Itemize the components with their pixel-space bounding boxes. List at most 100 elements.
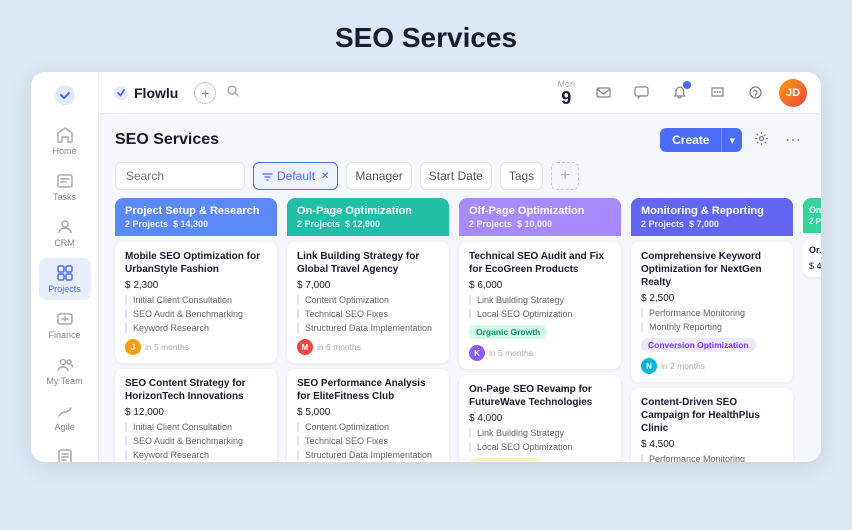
- card-amount: $ 5,000: [297, 407, 439, 418]
- avatar[interactable]: JD: [779, 79, 807, 107]
- card-footer: J in 5 months: [125, 339, 267, 355]
- topbar-chat-button[interactable]: [627, 79, 655, 107]
- topbar-bell-button[interactable]: [665, 79, 693, 107]
- topbar-logo: Flowlu: [113, 85, 178, 101]
- settings-button[interactable]: [750, 127, 773, 153]
- kanban-card[interactable]: Mobile SEO Optimization for UrbanStyle F…: [115, 242, 277, 363]
- create-dropdown-button[interactable]: ▾: [721, 128, 742, 152]
- inner-content: SEO Services Create ▾ ⋯ Default ✕ Man: [99, 114, 821, 462]
- kanban-card[interactable]: Technical SEO Audit and Fix for EcoGreen…: [459, 242, 621, 369]
- col2-title: On-Page Optimization: [297, 205, 439, 217]
- more-options-button[interactable]: ⋯: [781, 126, 805, 154]
- card-task: Performance Monitoring: [641, 454, 783, 462]
- card-amount: $ 4,000: [469, 413, 611, 424]
- col1-meta: 2 Projects $ 14,300: [125, 219, 267, 229]
- filters-bar: Default ✕ Manager Start Date Tags +: [99, 162, 821, 198]
- filter-default-label: Default: [277, 169, 315, 183]
- col4-meta: 2 Projects $ 7,000: [641, 219, 783, 229]
- kanban-board: Project Setup & Research 2 Projects $ 14…: [99, 198, 821, 462]
- topbar-day: Mon: [557, 79, 575, 89]
- manager-filter[interactable]: Manager: [346, 162, 411, 190]
- add-filter-button[interactable]: +: [551, 162, 579, 190]
- app-window: Home Tasks CRM Projects Finance My Team …: [31, 72, 821, 462]
- card-footer: M in 6 months: [297, 339, 439, 355]
- card-task: Local SEO Optimization: [469, 309, 611, 319]
- card-amount: $ 12,000: [125, 407, 267, 418]
- topbar: Flowlu + Mon 9: [99, 72, 821, 114]
- topbar-mail-button[interactable]: [589, 79, 617, 107]
- col1-title: Project Setup & Research: [125, 205, 267, 217]
- topbar-search-icon[interactable]: [226, 84, 240, 101]
- main-content: Flowlu + Mon 9: [99, 72, 821, 462]
- col5-title: On...: [809, 205, 821, 215]
- card-amount: $ 2,300: [125, 280, 267, 291]
- kanban-column-1: Project Setup & Research 2 Projects $ 14…: [115, 198, 277, 454]
- column-header-2: On-Page Optimization 2 Projects $ 12,900: [287, 198, 449, 236]
- card-task: Link Building Strategy: [469, 428, 611, 438]
- column-header-3: Off-Page Optimization 2 Projects $ 10,00…: [459, 198, 621, 236]
- filter-clear-icon[interactable]: ✕: [321, 171, 329, 182]
- sidebar-item-agile[interactable]: Agile: [39, 396, 91, 438]
- card-task: Structured Data Implementation: [297, 450, 439, 460]
- card-title: Comprehensive Keyword Optimization for N…: [641, 250, 783, 289]
- kanban-column-5: On... 2 P Or... $ 4...: [803, 198, 821, 454]
- card-amount: $ 2,500: [641, 293, 783, 304]
- tags-filter[interactable]: Tags: [500, 162, 543, 190]
- sidebar-tasks-label: Tasks: [53, 192, 76, 202]
- card-task: Initial Client Consultation: [125, 422, 267, 432]
- card-footer: N in 2 months: [641, 358, 783, 374]
- kanban-column-4: Monitoring & Reporting 2 Projects $ 7,00…: [631, 198, 793, 454]
- card-avatar: K: [469, 345, 485, 361]
- card-amount: $ 4...: [809, 261, 821, 271]
- sidebar-item-knowledge[interactable]: Knowledge Base: [39, 442, 91, 462]
- card-title: Or...: [809, 245, 821, 257]
- column-header-5: On... 2 P: [803, 198, 821, 233]
- sidebar-item-home[interactable]: Home: [39, 120, 91, 162]
- create-button-group: Create ▾: [660, 128, 742, 152]
- filter-button[interactable]: Default ✕: [253, 162, 338, 190]
- card-title: SEO Performance Analysis for EliteFitnes…: [297, 377, 439, 403]
- topbar-message-button[interactable]: [703, 79, 731, 107]
- col2-meta: 2 Projects $ 12,900: [297, 219, 439, 229]
- topbar-help-button[interactable]: [741, 79, 769, 107]
- card-task: SEO Audit & Benchmarking: [125, 309, 267, 319]
- card-task: Keyword Research: [125, 450, 267, 460]
- kanban-card[interactable]: SEO Performance Analysis for EliteFitnes…: [287, 369, 449, 462]
- card-title: SEO Content Strategy for HorizonTech Inn…: [125, 377, 267, 403]
- create-button[interactable]: Create: [660, 128, 721, 152]
- card-title: Content-Driven SEO Campaign for HealthPl…: [641, 396, 783, 435]
- card-task: Local SEO Optimization: [469, 442, 611, 452]
- kanban-column-2: On-Page Optimization 2 Projects $ 12,900…: [287, 198, 449, 454]
- sidebar-item-crm[interactable]: CRM: [39, 212, 91, 254]
- kanban-card[interactable]: Link Building Strategy for Global Travel…: [287, 242, 449, 363]
- sidebar: Home Tasks CRM Projects Finance My Team …: [31, 72, 99, 462]
- kanban-card[interactable]: Or... $ 4...: [803, 239, 821, 277]
- sidebar-agile-label: Agile: [54, 422, 74, 432]
- sidebar-myteam-label: My Team: [46, 376, 82, 386]
- sidebar-item-tasks[interactable]: Tasks: [39, 166, 91, 208]
- col5-meta: 2 P: [809, 217, 821, 226]
- kanban-card[interactable]: SEO Content Strategy for HorizonTech Inn…: [115, 369, 277, 462]
- start-date-filter[interactable]: Start Date: [420, 162, 492, 190]
- kanban-card[interactable]: Comprehensive Keyword Optimization for N…: [631, 242, 793, 382]
- sidebar-item-myteam[interactable]: My Team: [39, 350, 91, 392]
- card-task: Keyword Research: [125, 323, 267, 333]
- sidebar-item-projects[interactable]: Projects: [39, 258, 91, 300]
- kanban-card[interactable]: Content-Driven SEO Campaign for HealthPl…: [631, 388, 793, 462]
- card-task: Technical SEO Fixes: [297, 309, 439, 319]
- card-task: SEO Audit & Benchmarking: [125, 436, 267, 446]
- sidebar-item-finance[interactable]: Finance: [39, 304, 91, 346]
- sidebar-projects-label: Projects: [48, 284, 81, 294]
- card-time: in 5 months: [489, 348, 533, 358]
- content-title: SEO Services: [115, 131, 652, 149]
- card-title: Mobile SEO Optimization for UrbanStyle F…: [125, 250, 267, 276]
- column-header-1: Project Setup & Research 2 Projects $ 14…: [115, 198, 277, 236]
- kanban-card[interactable]: On-Page SEO Revamp for FutureWave Techno…: [459, 375, 621, 462]
- sidebar-home-label: Home: [52, 146, 76, 156]
- card-task: Initial Client Consultation: [125, 295, 267, 305]
- topbar-logo-text: Flowlu: [134, 85, 178, 101]
- card-title: On-Page SEO Revamp for FutureWave Techno…: [469, 383, 611, 409]
- topbar-add-button[interactable]: +: [194, 82, 216, 104]
- search-input[interactable]: [115, 162, 245, 190]
- card-task: Structured Data Implementation: [297, 323, 439, 333]
